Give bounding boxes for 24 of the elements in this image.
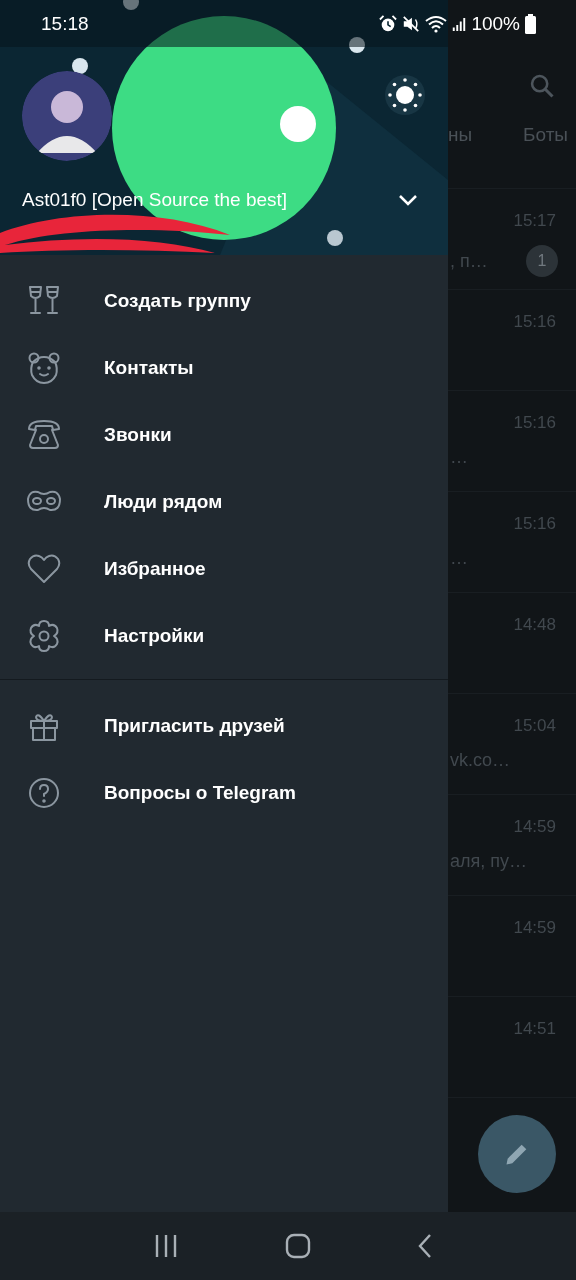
mute-icon (402, 14, 421, 33)
message-preview: … (449, 548, 468, 569)
message-preview: … (449, 447, 468, 468)
recent-apps-icon[interactable] (153, 1234, 179, 1258)
unread-badge: 1 (526, 245, 558, 277)
menu-item[interactable]: Вопросы о Telegram (0, 759, 448, 826)
menu-item[interactable]: Избранное (0, 535, 448, 602)
avatar[interactable] (22, 71, 112, 161)
clock: 15:18 (41, 12, 89, 35)
battery-icon (525, 13, 536, 34)
menu-item[interactable]: Создать группу (0, 267, 448, 334)
search-icon[interactable] (528, 72, 556, 100)
alarm-icon (379, 14, 398, 33)
menu-item[interactable]: Звонки (0, 401, 448, 468)
battery-level: 100% (471, 12, 520, 35)
menu-item[interactable]: Люди рядом (0, 468, 448, 535)
menu-item[interactable]: Настройки (0, 602, 448, 669)
menu-item[interactable]: Пригласить друзей (0, 692, 448, 759)
back-icon[interactable] (417, 1233, 433, 1259)
settings-icon (26, 617, 62, 654)
menu-item[interactable]: Контакты (0, 334, 448, 401)
sun-icon[interactable] (385, 75, 425, 115)
home-icon[interactable] (285, 1233, 311, 1259)
wifi-icon (425, 14, 448, 33)
